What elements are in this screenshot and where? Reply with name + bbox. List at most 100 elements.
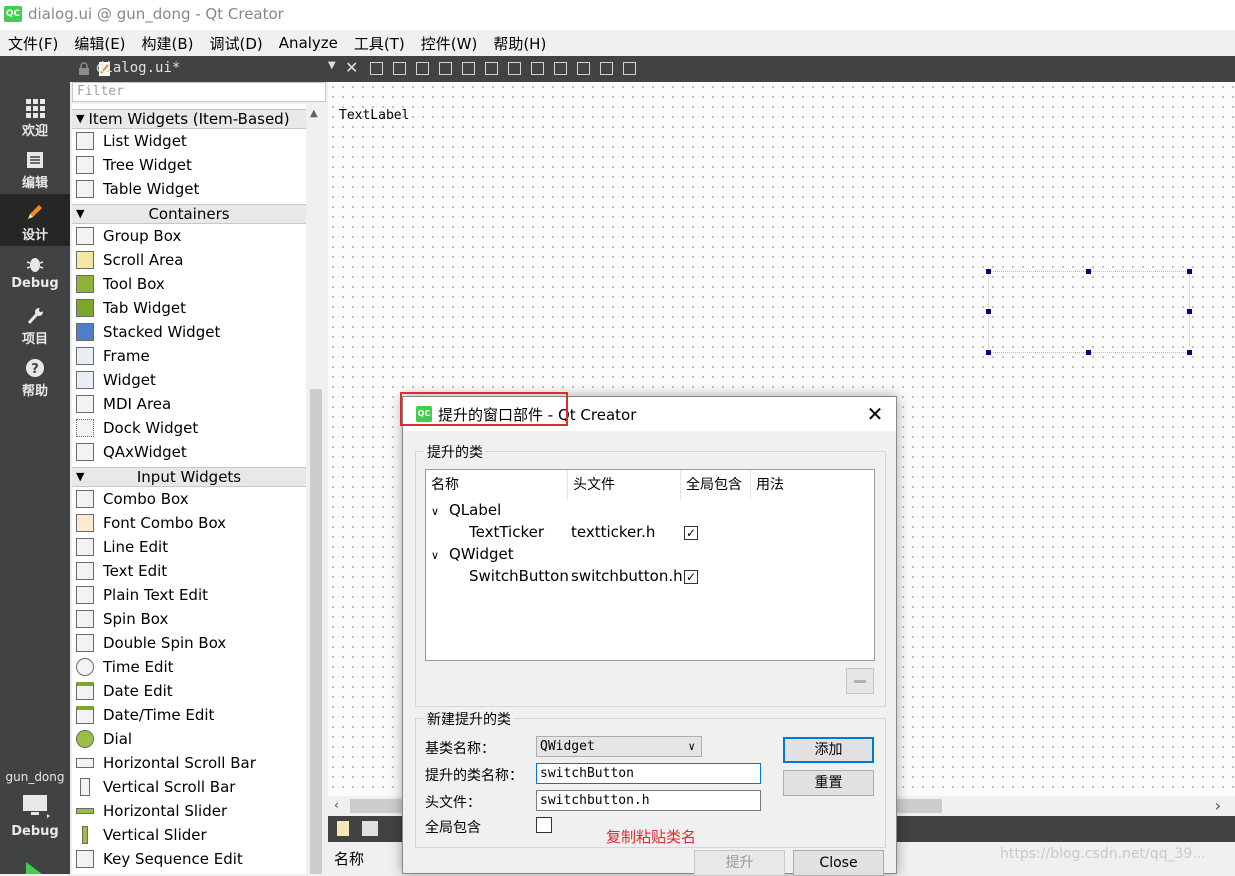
tree-promoted-class[interactable]: SwitchButton [469,567,569,585]
edit-signals-icon[interactable] [393,62,406,75]
menu-help[interactable]: 帮助(H) [485,33,554,54]
chevron-down-icon[interactable]: ∨ [431,505,439,518]
widget-item[interactable]: Date Edit [72,679,306,703]
widget-filter-input[interactable]: Filter [72,82,326,102]
widget-item[interactable]: Time Edit [72,655,306,679]
edit-tab-order-icon[interactable] [439,62,452,75]
promote-button[interactable]: 提升 [694,850,785,876]
resize-handle[interactable] [1086,350,1091,355]
widget-item[interactable]: Text Edit [72,559,306,583]
scroll-right-icon[interactable]: › [1215,796,1221,815]
widget-item[interactable]: Plain Text Edit [72,583,306,607]
edit-buddies-icon[interactable] [416,62,429,75]
category-input-widgets[interactable]: ▼ Input Widgets [72,467,306,487]
global-include-checkbox[interactable]: ✓ [684,526,698,540]
reset-button[interactable]: 重置 [783,770,874,796]
tree-base-class[interactable]: QLabel [449,501,501,519]
resize-handle[interactable] [1187,309,1192,314]
layout-grid-icon[interactable] [577,62,590,75]
global-include-checkbox[interactable]: ✓ [684,570,698,584]
mode-welcome[interactable]: 欢迎 [0,90,70,142]
widget-item[interactable]: Stacked Widget [72,320,306,344]
kit-selector[interactable]: Debug [0,790,70,846]
tree-base-class[interactable]: QWidget [449,545,514,563]
widget-item[interactable]: QAxWidget [72,440,306,464]
menu-analyze[interactable]: Analyze [271,34,346,52]
promoted-class-name-input[interactable]: switchButton [536,763,761,784]
run-icon[interactable] [26,862,44,874]
menu-file[interactable]: 文件(F) [0,33,66,54]
widget-item[interactable]: Date/Time Edit [72,703,306,727]
resize-handle[interactable] [986,309,991,314]
widget-item[interactable]: Group Box [72,224,306,248]
widget-item[interactable]: Combo Box [72,487,306,511]
column-header-name[interactable]: 名称 [426,470,568,500]
menu-edit[interactable]: 编辑(E) [66,33,133,54]
dialog-close-icon[interactable]: ✕ [862,402,888,426]
document-tab[interactable]: dialog.ui* [96,60,180,76]
resize-handle[interactable] [986,350,991,355]
widget-item[interactable]: Double Spin Box [72,631,306,655]
widget-item[interactable]: Dial [72,727,306,751]
widget-item[interactable]: Tool Box [72,272,306,296]
scroll-up-icon[interactable]: ▲ [310,108,318,119]
selected-widget[interactable] [988,271,1190,353]
mode-design[interactable]: 设计 [0,194,70,246]
widget-item[interactable]: Vertical Scroll Bar [72,775,306,799]
layout-h-splitter-icon[interactable] [508,62,521,75]
widget-item[interactable]: Font Combo Box [72,511,306,535]
add-button[interactable]: 添加 [783,737,874,763]
column-header-usage[interactable]: 用法 [751,470,873,500]
mode-help[interactable]: ? 帮助 [0,350,70,402]
widget-item[interactable]: Key Sequence Edit [72,847,306,871]
mode-projects[interactable]: 项目 [0,298,70,350]
category-containers[interactable]: ▼ Containers [72,204,306,224]
layout-v-splitter-icon[interactable] [531,62,544,75]
resize-handle[interactable] [1187,350,1192,355]
menu-tools[interactable]: 工具(T) [346,33,413,54]
close-document-icon[interactable]: ✕ [345,58,358,77]
widget-item[interactable]: Vertical Slider [72,823,306,847]
widget-item[interactable]: Line Edit [72,535,306,559]
widget-item[interactable]: List Widget [72,129,306,153]
widget-item[interactable]: Table Widget [72,177,306,201]
menu-widgets[interactable]: 控件(W) [413,33,486,54]
column-header-header-file[interactable]: 头文件 [568,470,681,500]
chevron-down-icon[interactable]: ∨ [431,549,439,562]
widget-item[interactable]: Tree Widget [72,153,306,177]
mode-edit[interactable]: 编辑 [0,142,70,194]
widget-item[interactable]: Tab Widget [72,296,306,320]
layout-horizontal-icon[interactable] [462,62,475,75]
widget-item[interactable]: Dock Widget [72,416,306,440]
edit-widgets-icon[interactable] [370,62,383,75]
copy-action-icon[interactable] [362,821,378,836]
mode-debug[interactable]: Debug [0,246,70,298]
global-include-checkbox[interactable] [536,817,552,833]
widget-item[interactable]: Scroll Area [72,248,306,272]
break-layout-icon[interactable] [600,62,613,75]
layout-form-icon[interactable] [554,62,567,75]
widget-item[interactable]: MDI Area [72,392,306,416]
widget-item[interactable]: Frame [72,344,306,368]
new-action-icon[interactable] [337,821,349,836]
widget-item[interactable]: Horizontal Slider [72,799,306,823]
menu-debug[interactable]: 调试(D) [202,33,271,54]
remove-class-button[interactable] [846,668,874,694]
document-dropdown-icon[interactable]: ▼ [328,60,336,71]
category-item-widgets[interactable]: ▼ Item Widgets (Item-Based) [72,109,306,129]
resize-handle[interactable] [986,269,991,274]
widget-item[interactable]: Widget [72,368,306,392]
layout-vertical-icon[interactable] [485,62,498,75]
base-class-combo[interactable]: QWidget ∨ [536,736,702,757]
header-file-input[interactable]: switchbutton.h [536,790,761,811]
widget-item[interactable]: Spin Box [72,607,306,631]
column-header-global-include[interactable]: 全局包含 [681,470,751,500]
form-text-label[interactable]: TextLabel [339,108,409,123]
scroll-thumb[interactable] [310,389,322,874]
tree-promoted-class[interactable]: TextTicker [469,523,544,541]
menu-build[interactable]: 构建(B) [134,33,202,54]
resize-handle[interactable] [1086,269,1091,274]
adjust-size-icon[interactable] [623,62,636,75]
resize-handle[interactable] [1187,269,1192,274]
scroll-left-icon[interactable]: ‹ [334,798,339,812]
